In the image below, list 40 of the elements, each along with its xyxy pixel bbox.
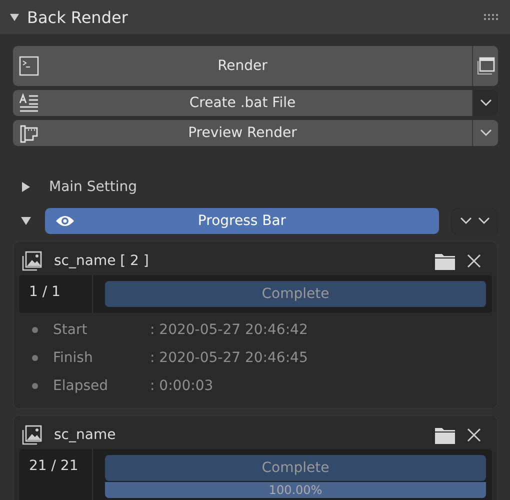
progress-reading: 100.00% — [268, 482, 322, 498]
chevron-down-icon — [460, 217, 472, 225]
window-button[interactable] — [472, 46, 498, 86]
folder-icon — [435, 252, 455, 270]
terminal-icon — [19, 56, 39, 76]
bullet — [32, 383, 38, 389]
close-icon — [467, 254, 481, 268]
progress-bar-toggle[interactable]: Progress Bar — [45, 208, 439, 234]
panel-title: Back Render — [27, 8, 129, 26]
grip-icon — [484, 14, 498, 20]
close-icon — [467, 428, 481, 442]
eye-icon — [55, 214, 75, 228]
window-icon — [476, 57, 494, 75]
dropdown-button[interactable] — [472, 120, 498, 146]
chevron-down-icon — [478, 217, 490, 225]
info-label: Elapsed — [53, 378, 109, 394]
image-stack-icon — [22, 251, 42, 271]
info-value: : 2020-05-27 20:46:42 — [150, 322, 308, 338]
section-label: Main Setting — [49, 179, 137, 195]
info-label: Finish — [53, 350, 94, 366]
status-bar: Complete — [105, 281, 486, 307]
frame-count: 1 / 1 — [19, 275, 93, 313]
status-bar: Complete — [105, 455, 486, 481]
chevron-down-icon — [480, 129, 492, 137]
job-name: sc_name — [54, 427, 117, 443]
info-label: Start — [53, 322, 88, 338]
info-value: : 0:00:03 — [150, 378, 214, 394]
panel-header[interactable]: Back Render — [0, 0, 510, 34]
folder-icon — [435, 426, 455, 444]
bullet — [32, 327, 38, 333]
section-toggle[interactable]: Main Setting — [13, 174, 498, 200]
chevron-down-icon — [480, 99, 492, 107]
text-lines-icon — [19, 93, 39, 113]
dropdown-button[interactable] — [451, 208, 498, 234]
bullet — [32, 355, 38, 361]
info-value: : 2020-05-27 20:46:45 — [150, 350, 308, 366]
dropdown-button[interactable] — [472, 90, 498, 116]
frame-count: 21 / 21 — [19, 449, 93, 500]
job-name: sc_name [ 2 ] — [54, 253, 150, 269]
image-stack-icon — [22, 425, 42, 445]
